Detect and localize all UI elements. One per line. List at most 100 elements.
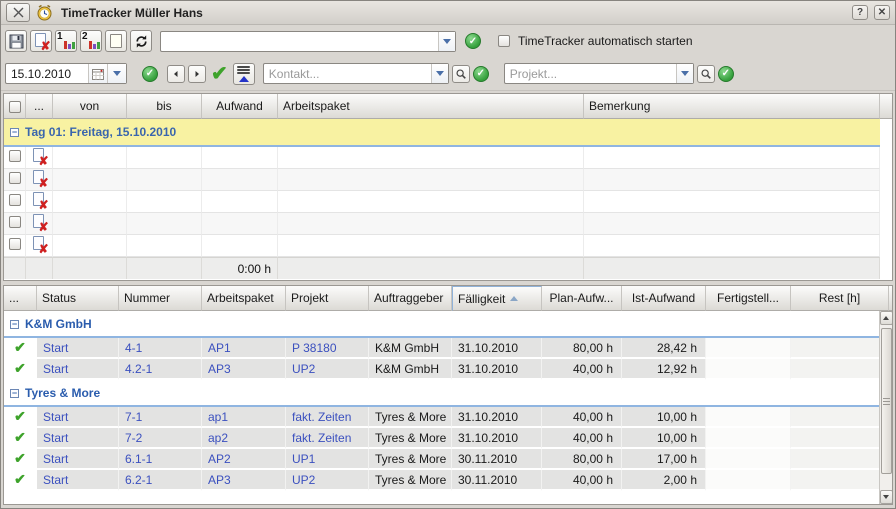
col-header-auftraggeber[interactable]: Auftraggeber: [369, 286, 452, 311]
confirm-projekt-button[interactable]: ✓: [718, 66, 734, 82]
col-header-bis[interactable]: bis: [127, 94, 202, 119]
col-header-actions[interactable]: ...: [26, 94, 53, 119]
bis-cell[interactable]: [127, 169, 202, 191]
confirm-date-button[interactable]: ✓: [142, 66, 158, 82]
col-header-arbeitspaket[interactable]: Arbeitspaket: [202, 286, 286, 311]
col-header-aufwand[interactable]: Aufwand: [202, 94, 278, 119]
scroll-up-button[interactable]: [880, 311, 893, 325]
row-checkbox[interactable]: [9, 216, 21, 228]
col-header-faelligkeit-sorted[interactable]: Fälligkeit: [452, 286, 542, 311]
start-link[interactable]: Start: [37, 449, 119, 470]
row-checkbox[interactable]: [9, 172, 21, 184]
confirm-task-button[interactable]: ✓: [465, 33, 481, 49]
next-day-button[interactable]: [188, 65, 206, 83]
projekt-cell[interactable]: UP2: [286, 359, 369, 380]
previous-day-button[interactable]: [167, 65, 185, 83]
task-row[interactable]: ✔ Start 6.2-1 AP3 UP2 Tyres & More 30.11…: [4, 470, 892, 491]
bemerkung-cell[interactable]: [584, 191, 880, 213]
start-link[interactable]: Start: [37, 338, 119, 359]
collapse-icon[interactable]: −: [10, 389, 19, 398]
arbeitspaket-cell[interactable]: [278, 235, 584, 257]
collapse-icon[interactable]: −: [10, 320, 19, 329]
row-checkbox[interactable]: [9, 194, 21, 206]
delete-row-icon[interactable]: ✘: [32, 192, 47, 208]
col-header-fertigstellung[interactable]: Fertigstell...: [706, 286, 791, 311]
report-2-button[interactable]: 2: [80, 30, 102, 52]
projekt-cell[interactable]: P 38180: [286, 338, 369, 359]
arbeitspaket-cell[interactable]: ap1: [202, 407, 286, 428]
time-entry-row[interactable]: ✘: [4, 147, 892, 169]
von-cell[interactable]: [53, 235, 127, 257]
task-row[interactable]: ✔ Start 4.2-1 AP3 UP2 K&M GmbH 31.10.201…: [4, 359, 892, 380]
report-1-button[interactable]: 1: [55, 30, 77, 52]
time-entry-row[interactable]: ✘: [4, 191, 892, 213]
arbeitspaket-cell[interactable]: [278, 147, 584, 169]
bis-cell[interactable]: [127, 235, 202, 257]
day-group-row[interactable]: −Tag 01: Freitag, 15.10.2010: [4, 119, 892, 147]
col-header-projekt[interactable]: Projekt: [286, 286, 369, 311]
date-dropdown-button[interactable]: [107, 64, 126, 83]
arbeitspaket-cell[interactable]: AP1: [202, 338, 286, 359]
titlebar-close-button[interactable]: ✕: [874, 5, 890, 20]
arbeitspaket-cell[interactable]: ap2: [202, 428, 286, 449]
new-entry-button[interactable]: [105, 30, 127, 52]
calendar-button[interactable]: [88, 64, 107, 83]
delete-row-icon[interactable]: ✘: [32, 170, 47, 186]
help-button[interactable]: ?: [852, 5, 868, 20]
col-header-nummer[interactable]: Nummer: [119, 286, 202, 311]
autostart-checkbox[interactable]: [498, 35, 510, 47]
arbeitspaket-cell[interactable]: AP3: [202, 470, 286, 491]
time-entry-row[interactable]: ✘: [4, 235, 892, 257]
col-header-von[interactable]: von: [53, 94, 127, 119]
projekt-combobox[interactable]: Projekt...: [504, 63, 694, 84]
von-cell[interactable]: [53, 169, 127, 191]
nummer-cell[interactable]: 6.1-1: [119, 449, 202, 470]
confirm-kontakt-button[interactable]: ✓: [473, 66, 489, 82]
start-link[interactable]: Start: [37, 359, 119, 380]
select-all-checkbox[interactable]: [9, 101, 21, 113]
arbeitspaket-cell[interactable]: AP3: [202, 359, 286, 380]
row-checkbox[interactable]: [9, 238, 21, 250]
task-row[interactable]: ✔ Start 7-1 ap1 fakt. Zeiten Tyres & Mor…: [4, 407, 892, 428]
projekt-cell[interactable]: UP1: [286, 449, 369, 470]
aufwand-cell[interactable]: [202, 169, 278, 191]
aufwand-cell[interactable]: [202, 191, 278, 213]
kontakt-dropdown-button[interactable]: [431, 64, 448, 83]
task-row[interactable]: ✔ Start 6.1-1 AP2 UP1 Tyres & More 30.11…: [4, 449, 892, 470]
arbeitspaket-cell[interactable]: [278, 169, 584, 191]
vertical-scrollbar[interactable]: [879, 311, 892, 504]
refresh-button[interactable]: [130, 30, 152, 52]
aufwand-cell[interactable]: [202, 235, 278, 257]
bis-cell[interactable]: [127, 213, 202, 235]
von-cell[interactable]: [53, 191, 127, 213]
task-group-row[interactable]: −Tyres & More: [4, 380, 892, 407]
time-entry-row[interactable]: ✘: [4, 169, 892, 191]
projekt-cell[interactable]: UP2: [286, 470, 369, 491]
delete-entry-button[interactable]: ✘: [30, 30, 52, 52]
projekt-cell[interactable]: fakt. Zeiten: [286, 428, 369, 449]
bemerkung-cell[interactable]: [584, 235, 880, 257]
scroll-down-button[interactable]: [880, 490, 893, 504]
col-header-plan-aufwand[interactable]: Plan-Aufw...: [542, 286, 622, 311]
nummer-cell[interactable]: 7-1: [119, 407, 202, 428]
nummer-cell[interactable]: 4-1: [119, 338, 202, 359]
nummer-cell[interactable]: 6.2-1: [119, 470, 202, 491]
col-header-arbeitspaket[interactable]: Arbeitspaket: [278, 94, 584, 119]
projekt-search-button[interactable]: [697, 65, 715, 83]
delete-row-icon[interactable]: ✘: [32, 214, 47, 230]
delete-row-icon[interactable]: ✘: [32, 236, 47, 252]
projekt-cell[interactable]: fakt. Zeiten: [286, 407, 369, 428]
time-entry-row[interactable]: ✘: [4, 213, 892, 235]
task-row[interactable]: ✔ Start 7-2 ap2 fakt. Zeiten Tyres & Mor…: [4, 428, 892, 449]
arbeitspaket-cell[interactable]: [278, 213, 584, 235]
col-header-status[interactable]: Status: [37, 286, 119, 311]
col-header-bemerkung[interactable]: Bemerkung: [584, 94, 880, 119]
kontakt-search-button[interactable]: [452, 65, 470, 83]
von-cell[interactable]: [53, 213, 127, 235]
sort-collapse-button[interactable]: [233, 63, 255, 85]
projekt-dropdown-button[interactable]: [676, 64, 693, 83]
kontakt-combobox[interactable]: Kontakt...: [263, 63, 449, 84]
nummer-cell[interactable]: 4.2-1: [119, 359, 202, 380]
collapse-icon[interactable]: −: [10, 128, 19, 137]
task-combobox[interactable]: [160, 31, 456, 52]
